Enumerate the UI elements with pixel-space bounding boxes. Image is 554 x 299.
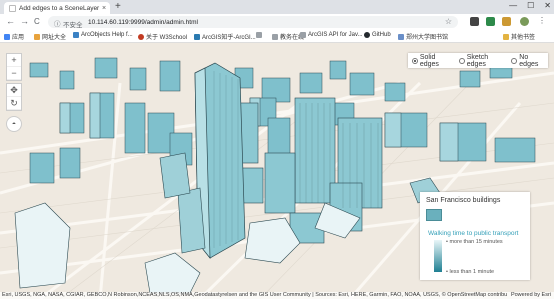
attribution-bar: Esri, USGS, NGA, NASA, CGIAR, GEBCO,N Ro… <box>0 292 554 299</box>
folder-icon <box>503 33 509 40</box>
radio-sketch-edges[interactable]: Sketch edges <box>458 54 508 68</box>
zoom-out-button[interactable]: − <box>7 67 21 80</box>
profile-avatar[interactable] <box>520 17 529 26</box>
bookmark-favicon-icon <box>138 33 144 40</box>
bookmark-favicon-icon <box>73 32 79 38</box>
bookmark-item[interactable] <box>256 32 264 38</box>
tab-title: Add edges to a SceneLayer - ... <box>19 4 101 12</box>
security-label: 不安全 <box>63 21 83 29</box>
pan-icon[interactable]: ✥ <box>7 84 21 97</box>
legend-layer-title: San Francisco buildings <box>426 197 501 204</box>
bookmark-favicon-icon <box>300 32 306 38</box>
building-swatch-icon <box>426 209 442 221</box>
github-icon <box>364 32 370 38</box>
legend-field-label: Walking time to public transport <box>428 230 519 237</box>
extension-icon-3[interactable] <box>502 17 511 26</box>
color-ramp <box>434 240 442 272</box>
navigation-toggle: ✥ ↻ <box>6 83 22 111</box>
bookmark-favicon-icon <box>34 33 40 40</box>
radio-selected-icon <box>412 57 418 64</box>
new-tab-button[interactable]: + <box>115 1 121 12</box>
bookmark-item[interactable]: ArcObjects Help f... <box>73 32 133 38</box>
rotate-icon[interactable]: ↻ <box>7 97 21 110</box>
address-bar[interactable]: ⓘ 不安全 10.114.60.119:9999/admin/admin.htm… <box>48 16 458 29</box>
browser-tab-strip: Add edges to a SceneLayer - ... × + — ☐ … <box>0 0 554 14</box>
legend-more-label: • more than 15 minutes <box>446 239 503 245</box>
edge-style-selector: Solid edges Sketch edges No edges <box>408 53 548 68</box>
bookmark-favicon-icon <box>256 32 262 38</box>
extension-icon-1[interactable] <box>470 17 479 26</box>
legend-panel: San Francisco buildings Walking time to … <box>420 192 530 280</box>
zoom-in-button[interactable]: + <box>7 54 21 67</box>
bookmark-item[interactable]: 郑州大学图书馆 <box>398 32 448 41</box>
radio-solid-edges[interactable]: Solid edges <box>412 54 455 68</box>
bookmark-favicon-icon <box>194 33 200 40</box>
bookmark-star-icon[interactable]: ☆ <box>445 17 452 26</box>
forward-button[interactable]: → <box>20 16 29 26</box>
bookmark-item[interactable]: 关于 W3School <box>138 32 187 41</box>
extension-icon-2[interactable] <box>486 17 495 26</box>
attribution-text[interactable]: Esri, USGS, NGA, NASA, CGIAR, GEBCO,N Ro… <box>2 292 507 299</box>
bookmark-item[interactable]: 网址大全 <box>34 32 66 41</box>
bookmark-item[interactable]: ArcGIS知乎-ArcGI... <box>194 32 256 41</box>
compass-icon[interactable]: ◓ <box>6 116 22 132</box>
bookmark-item[interactable]: 应用 <box>4 32 24 41</box>
legend-less-label: • less than 1 minute <box>446 269 495 275</box>
browser-toolbar: ← → C ⓘ 不安全 10.114.60.119:9999/admin/adm… <box>0 14 554 30</box>
menu-icon[interactable]: ⋮ <box>538 16 546 25</box>
info-icon[interactable]: ⓘ <box>54 18 61 28</box>
back-button[interactable]: ← <box>6 16 15 26</box>
minimize-button[interactable]: — <box>509 1 517 10</box>
bookmark-item[interactable]: ArcGIS API for Jav... <box>300 32 363 38</box>
close-window-button[interactable]: ✕ <box>544 1 551 10</box>
other-bookmarks[interactable]: 其他书签 <box>503 32 535 41</box>
bookmark-favicon-icon <box>398 33 404 40</box>
bookmark-item[interactable]: GitHub <box>364 32 391 38</box>
bookmark-favicon-icon <box>272 33 278 40</box>
radio-icon <box>458 57 465 64</box>
zoom-control: + − <box>6 53 22 81</box>
close-tab-icon[interactable]: × <box>102 5 106 12</box>
radio-icon <box>511 57 518 64</box>
maximize-button[interactable]: ☐ <box>527 1 534 10</box>
radio-no-edges[interactable]: No edges <box>511 54 548 68</box>
browser-tab[interactable]: Add edges to a SceneLayer - ... × <box>4 2 110 14</box>
bookmarks-bar: 应用 网址大全 ArcObjects Help f... 关于 W3School… <box>0 30 554 43</box>
url-text[interactable]: 10.114.60.119:9999/admin/admin.html <box>88 19 198 26</box>
reload-button[interactable]: C <box>34 17 40 26</box>
page-favicon-icon <box>9 4 16 12</box>
powered-by-esri[interactable]: Powered by Esri <box>511 292 551 299</box>
scene-view[interactable]: + − ✥ ↻ ◓ Solid edges Sketch edges No ed… <box>0 43 554 299</box>
apps-icon <box>4 33 10 40</box>
